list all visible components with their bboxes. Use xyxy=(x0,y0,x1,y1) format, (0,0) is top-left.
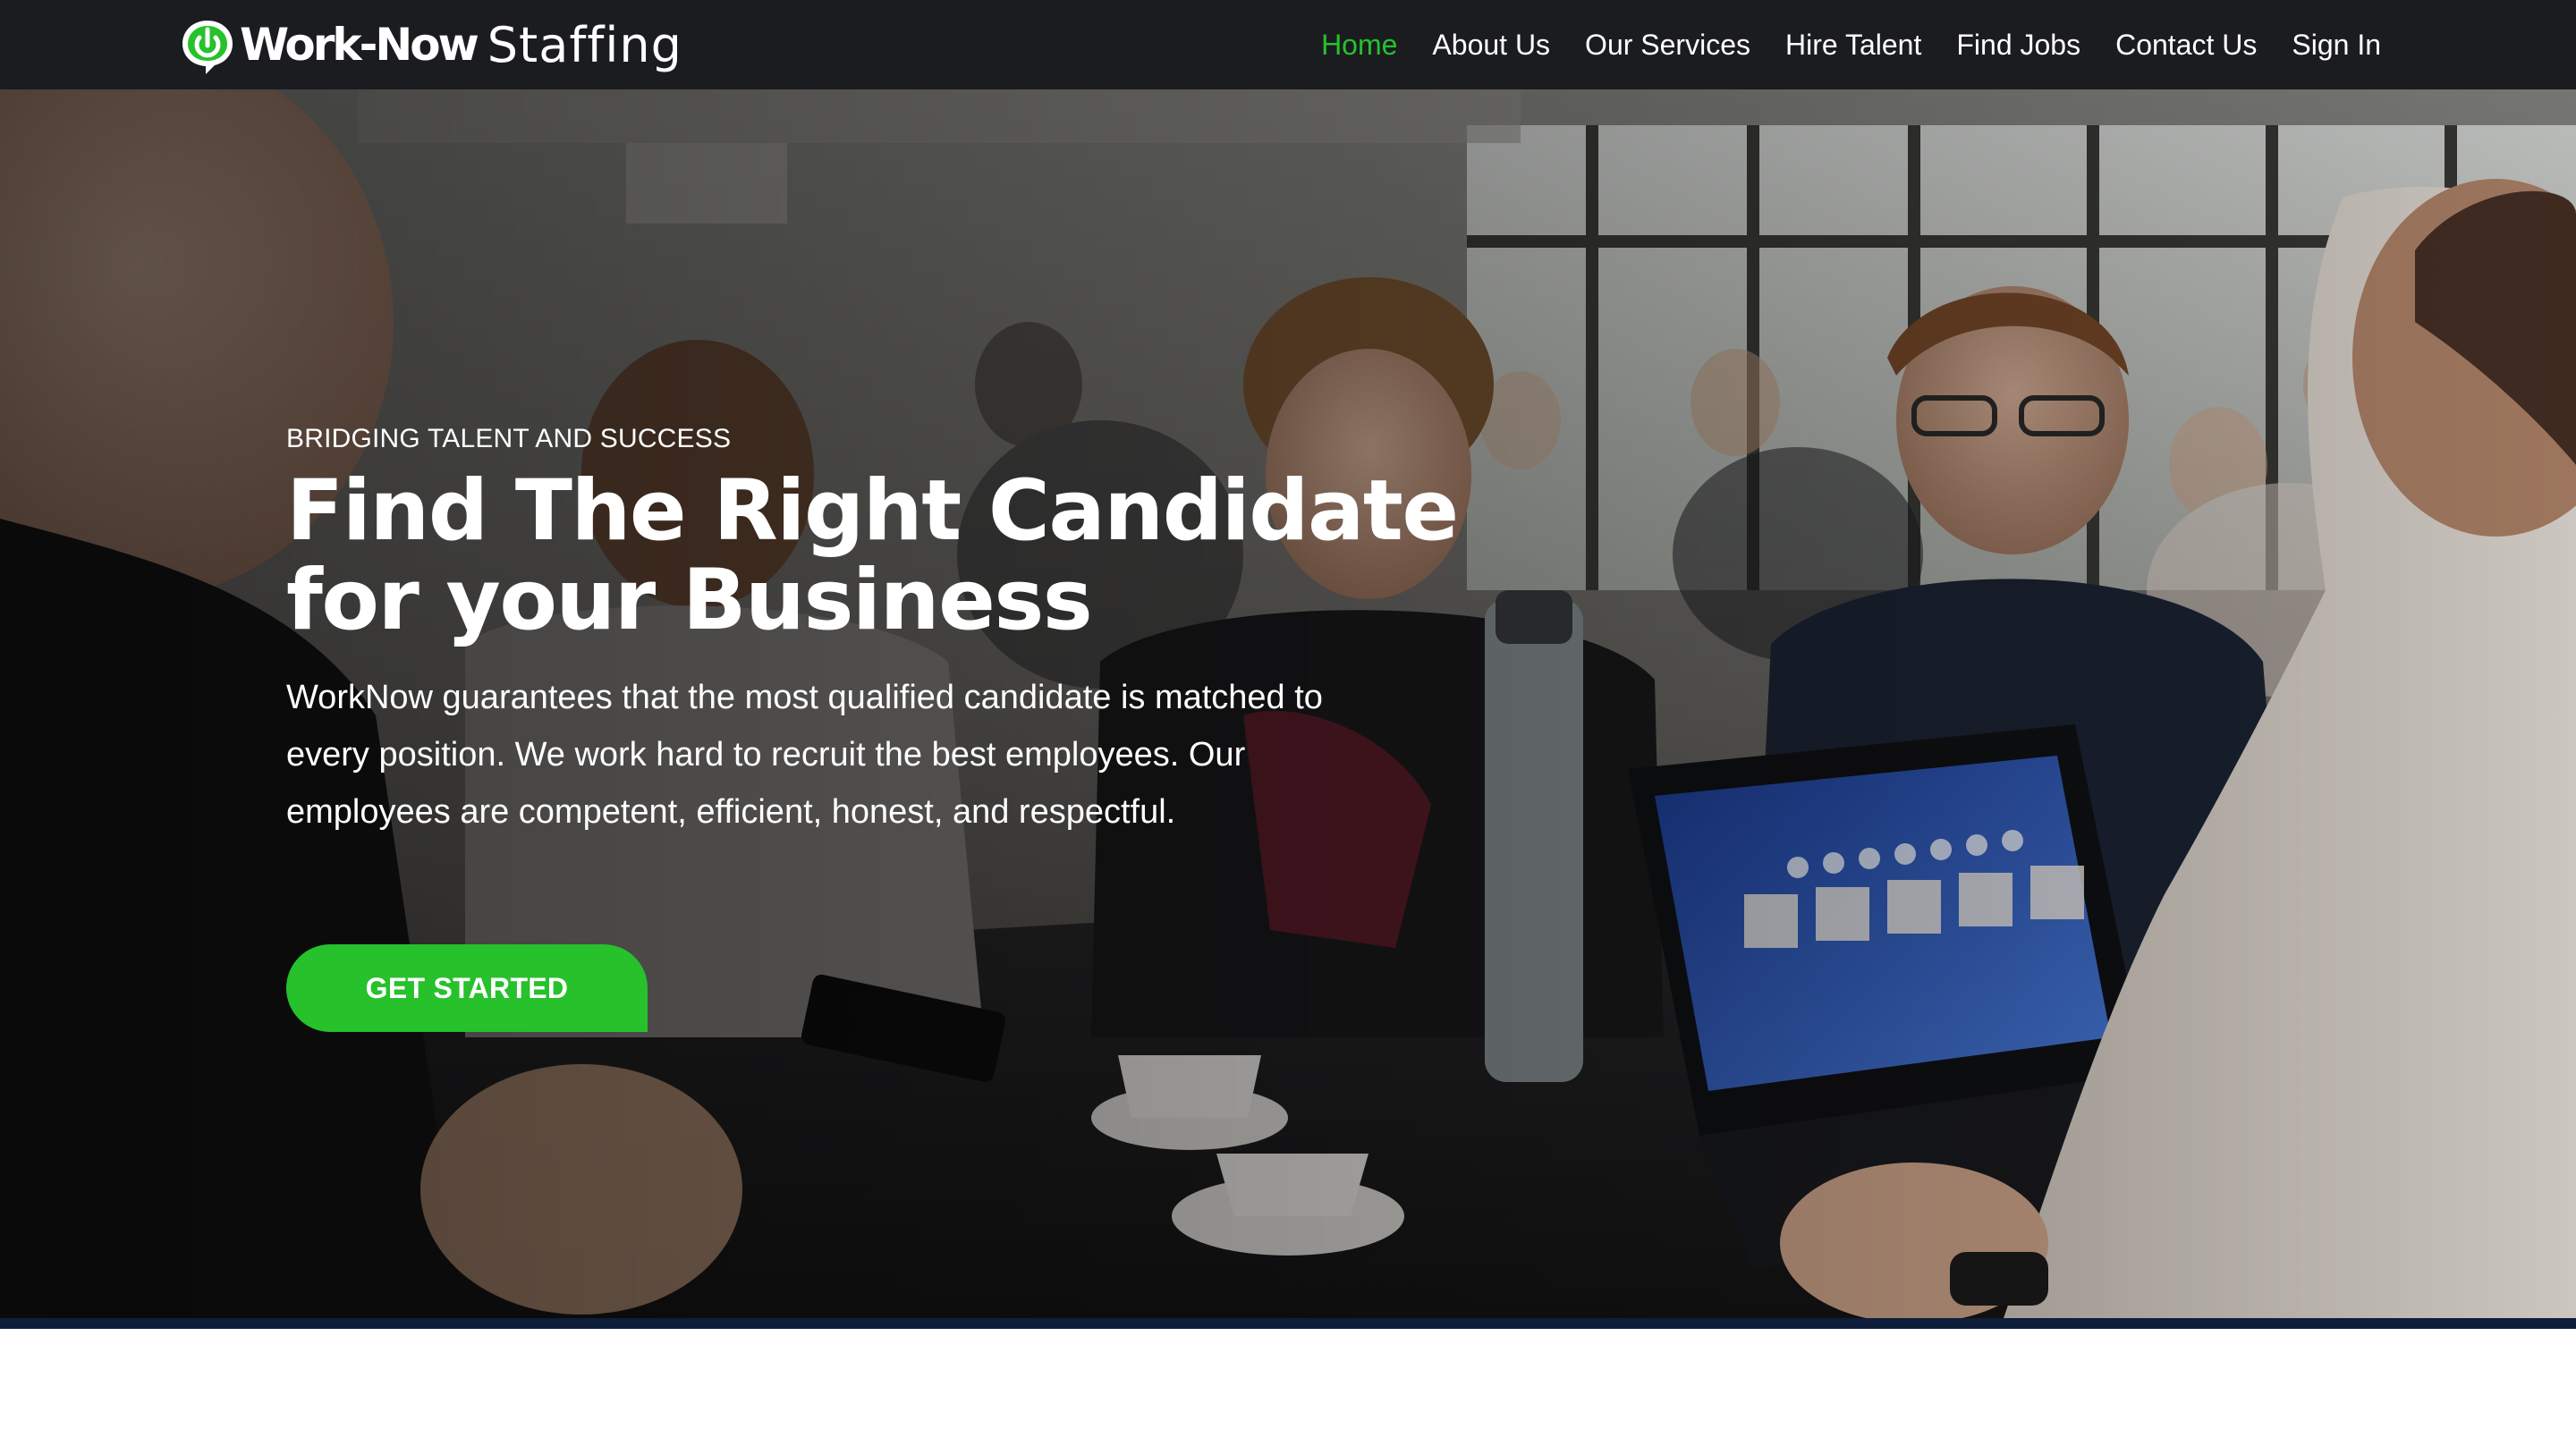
hero-headline-line-1: Find The Right Candidate xyxy=(286,462,1459,560)
hero-bottom-divider xyxy=(0,1318,2576,1329)
main-nav: Home About Us Our Services Hire Talent F… xyxy=(1286,0,2381,89)
nav-home[interactable]: Home xyxy=(1321,29,1397,62)
get-started-button[interactable]: GET STARTED xyxy=(286,944,648,1032)
nav-contact-us[interactable]: Contact Us xyxy=(2115,29,2257,62)
nav-hire-talent[interactable]: Hire Talent xyxy=(1785,29,1921,62)
top-navbar: Work-Now Staffing Home About Us Our Serv… xyxy=(0,0,2576,89)
hero-lead-text: WorkNow guarantees that the most qualifi… xyxy=(286,679,1323,831)
hero-section: BRIDGING TALENT AND SUCCESS Find The Rig… xyxy=(0,89,2576,1318)
hero-headline: Find The Right Candidate for your Busine… xyxy=(286,467,1476,646)
hero-content: BRIDGING TALENT AND SUCCESS Find The Rig… xyxy=(286,424,1538,841)
brand-name-light: Staffing xyxy=(487,16,682,73)
hero-headline-line-2: for your Business xyxy=(286,552,1093,649)
power-chat-icon xyxy=(182,21,233,74)
nav-our-services[interactable]: Our Services xyxy=(1585,29,1750,62)
nav-sign-in[interactable]: Sign In xyxy=(2292,29,2381,62)
nav-find-jobs[interactable]: Find Jobs xyxy=(1956,29,2080,62)
brand-name-bold: Work-Now xyxy=(240,19,479,71)
nav-about-us[interactable]: About Us xyxy=(1432,29,1550,62)
hero-eyebrow: BRIDGING TALENT AND SUCCESS xyxy=(286,424,732,453)
brand-logo-link[interactable]: Work-Now Staffing xyxy=(179,13,682,77)
